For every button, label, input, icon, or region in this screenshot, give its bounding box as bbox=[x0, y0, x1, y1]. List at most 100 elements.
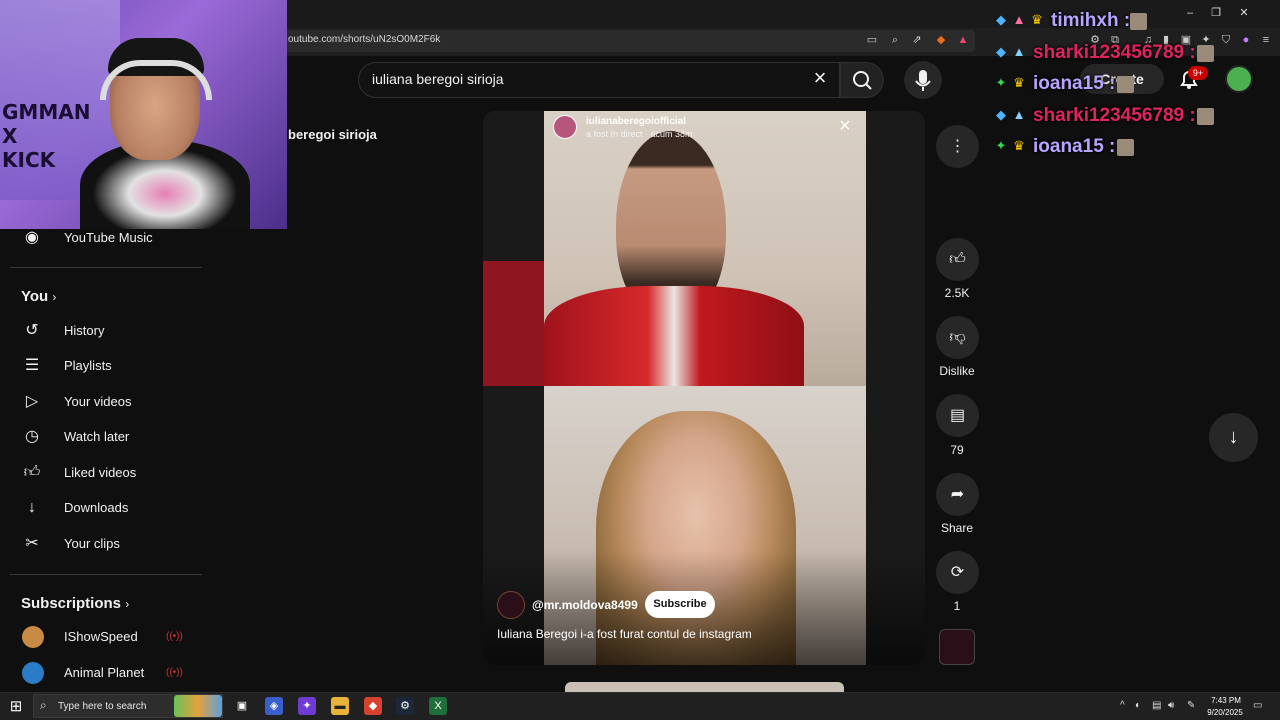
subscription-label: IShowSpeed bbox=[64, 629, 138, 644]
sidebar-item-your-videos[interactable]: ▷ Your videos bbox=[0, 385, 210, 419]
shorts-player[interactable]: iulianaberegoiofficial a fost în direct … bbox=[483, 111, 925, 665]
clear-search-icon[interactable]: × bbox=[808, 66, 832, 90]
next-short-button[interactable]: ↓ bbox=[1209, 413, 1258, 462]
chat-separator: : bbox=[1109, 136, 1116, 157]
chat-username-text: timihxh bbox=[1051, 10, 1119, 31]
chat-separator: : bbox=[1189, 42, 1196, 63]
sidebar-item-your-clips[interactable]: ✂ Your clips bbox=[0, 527, 210, 561]
brave-rewards-icon[interactable]: ▲ bbox=[956, 33, 970, 47]
comments-button[interactable]: ▤ bbox=[936, 394, 979, 437]
video-frame-edge bbox=[483, 261, 544, 386]
windows-start-icon[interactable]: ⊞ bbox=[6, 697, 26, 717]
audio-source-thumbnail[interactable] bbox=[939, 629, 975, 665]
brave-browser-icon[interactable]: ◆ bbox=[364, 697, 382, 715]
subscription-item[interactable]: Animal Planet ((•)) bbox=[0, 656, 210, 690]
taskbar-clock-time[interactable]: 7:43 PM bbox=[1206, 696, 1246, 705]
emote-icon bbox=[1117, 139, 1134, 156]
live-account-avatar bbox=[553, 115, 577, 139]
network-icon[interactable]: ▤ bbox=[1152, 700, 1161, 711]
short-title[interactable]: Iuliana Beregoi i-a fost furat contul de… bbox=[497, 627, 752, 641]
video-jacket bbox=[544, 286, 804, 386]
diamond-badge-icon: ✦ bbox=[995, 75, 1007, 90]
chevron-right-icon: › bbox=[52, 290, 57, 304]
menu-icon[interactable]: ≡ bbox=[1258, 32, 1274, 48]
remix-button[interactable]: ⟳ bbox=[936, 551, 979, 594]
zoom-icon[interactable]: ⌕ bbox=[888, 33, 902, 47]
sidebar: ◉ YouTube Music You › ↺ History ☰ Playli… bbox=[0, 229, 210, 692]
search-icon: ⌕ bbox=[40, 698, 47, 712]
emote-icon bbox=[1117, 76, 1134, 93]
thumbs-up-icon: 👍︎ bbox=[23, 464, 41, 481]
channel-avatar bbox=[22, 662, 44, 684]
search-button[interactable] bbox=[840, 62, 884, 98]
close-window-icon[interactable]: ✕ bbox=[1234, 4, 1254, 22]
address-bar-url: outube.com/shorts/uN2sO0M2F6k bbox=[288, 34, 441, 45]
live-icon: ((•)) bbox=[166, 667, 183, 678]
taskbar-clock-date[interactable]: 9/20/2025 bbox=[1200, 708, 1250, 717]
poster-text: GMMAN X KICK bbox=[2, 100, 91, 172]
share-page-icon[interactable]: ⇗ bbox=[910, 33, 924, 47]
task-view-icon[interactable]: ▣ bbox=[233, 697, 251, 715]
live-status: a fost în direct · acum 38m bbox=[586, 129, 693, 139]
channel-avatar bbox=[22, 626, 44, 648]
sidebar-item-watch-later[interactable]: ◷ Watch later bbox=[0, 420, 210, 454]
invader-badge-icon: ▲ bbox=[1012, 12, 1026, 27]
like-count: 2.5K bbox=[944, 286, 970, 300]
search-icon bbox=[853, 71, 872, 90]
chat-username: timihxh : bbox=[1051, 10, 1130, 32]
emote-icon bbox=[1197, 108, 1214, 125]
you-heading[interactable]: You › bbox=[21, 288, 56, 305]
diamond-badge-icon: ✦ bbox=[995, 138, 1007, 153]
file-explorer-icon[interactable]: ▬ bbox=[331, 697, 349, 715]
steam-icon[interactable]: ⚙ bbox=[396, 697, 414, 715]
cast-icon[interactable]: ▭ bbox=[865, 33, 879, 47]
volume-icon[interactable]: 🔊︎ bbox=[1168, 700, 1174, 711]
live-account-name: iulianaberegoiofficial bbox=[586, 116, 687, 127]
copilot-app-icon[interactable]: ◈ bbox=[265, 697, 283, 715]
sidebar-item-label: History bbox=[64, 323, 105, 338]
more-options-button[interactable]: ⋮ bbox=[936, 125, 979, 168]
tray-app-icon[interactable]: ◐ bbox=[1135, 700, 1141, 711]
sidebar-item-liked-videos[interactable]: 👍︎ Liked videos bbox=[0, 456, 210, 490]
voice-search-button[interactable] bbox=[904, 61, 942, 99]
sidebar-item-downloads[interactable]: ↓ Downloads bbox=[0, 491, 210, 525]
share-icon: ➦ bbox=[950, 486, 965, 503]
search-query: iuliana beregoi sirioja bbox=[372, 71, 504, 87]
crown-badge-icon: ♛ bbox=[1013, 75, 1025, 90]
vpn-icon[interactable]: ⛉ bbox=[1218, 32, 1234, 48]
sidebar-item-playlists[interactable]: ☰ Playlists bbox=[0, 349, 210, 383]
subscribe-button[interactable]: Subscribe bbox=[645, 591, 715, 618]
sidebar-item-history[interactable]: ↺ History bbox=[0, 314, 210, 348]
share-label: Share bbox=[940, 521, 974, 535]
brave-shield-icon[interactable]: ◆ bbox=[934, 33, 948, 47]
pen-icon[interactable]: ✎ bbox=[1187, 700, 1195, 711]
profile-icon[interactable]: ● bbox=[1238, 32, 1254, 48]
subscription-label: Animal Planet bbox=[64, 665, 145, 680]
share-button[interactable]: ➦ bbox=[936, 473, 979, 516]
account-avatar[interactable] bbox=[1225, 65, 1253, 93]
channel-name[interactable]: @mr.moldova8499 bbox=[532, 598, 638, 612]
search-highlight-image[interactable] bbox=[174, 695, 222, 717]
dislike-button[interactable]: 👎︎ bbox=[936, 316, 979, 359]
restore-icon[interactable]: ❐ bbox=[1206, 4, 1226, 22]
minimize-icon[interactable]: – bbox=[1180, 4, 1200, 22]
clock-icon: ◷ bbox=[25, 428, 39, 445]
comment-icon: ▤ bbox=[949, 407, 966, 424]
chat-separator: : bbox=[1109, 73, 1116, 94]
sidebar-item-label: Watch later bbox=[64, 429, 130, 444]
subscriptions-heading[interactable]: Subscriptions › bbox=[21, 595, 129, 612]
excel-icon[interactable]: X bbox=[429, 697, 447, 715]
notification-center-icon[interactable]: ▭ bbox=[1253, 700, 1262, 711]
comment-count: 79 bbox=[950, 443, 964, 457]
copilot-icon[interactable]: ✦ bbox=[298, 697, 316, 715]
dislike-label: Dislike bbox=[939, 364, 975, 378]
tray-overflow-icon[interactable]: ^ bbox=[1120, 700, 1125, 711]
subscription-item[interactable]: IShowSpeed ((•)) bbox=[0, 620, 210, 654]
chat-separator: : bbox=[1189, 105, 1196, 126]
channel-avatar[interactable] bbox=[497, 591, 525, 619]
like-button[interactable]: 👍︎ bbox=[936, 238, 979, 281]
cube-badge-icon: ◆ bbox=[996, 107, 1006, 122]
crown-badge-icon: ♛ bbox=[1031, 12, 1043, 27]
sidebar-item-label: Playlists bbox=[64, 358, 112, 373]
sidebar-item-label: Liked videos bbox=[64, 465, 137, 480]
